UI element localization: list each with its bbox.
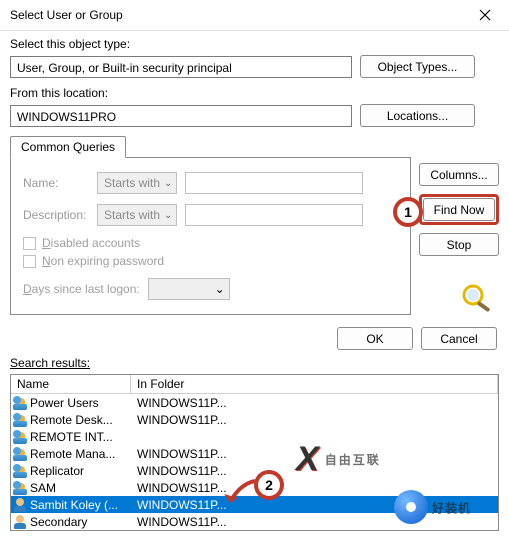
- object-type-section: Select this object type: User, Group, or…: [0, 31, 509, 80]
- results-header: Name In Folder: [11, 375, 498, 394]
- result-name-cell: REMOTE INT...: [11, 430, 131, 444]
- result-name: Remote Mana...: [30, 447, 115, 461]
- results-table: Name In Folder Power UsersWINDOWS11P...R…: [10, 374, 499, 531]
- result-name: Secondary: [30, 515, 87, 529]
- group-icon: [13, 481, 27, 495]
- result-name-cell: Power Users: [11, 396, 131, 410]
- from-location-section: From this location: WINDOWS11PRO Locatio…: [0, 80, 509, 129]
- titlebar: Select User or Group: [0, 0, 509, 30]
- result-folder-cell: WINDOWS11P...: [131, 515, 498, 529]
- search-decoration-icon: [459, 283, 497, 313]
- close-icon: [479, 9, 491, 21]
- result-row[interactable]: Replicator WINDOWS11P...: [11, 462, 498, 479]
- ok-button[interactable]: OK: [337, 327, 413, 350]
- search-results-label: Search results:: [0, 356, 509, 372]
- result-folder-cell: WINDOWS11P...: [131, 498, 498, 512]
- result-name: Sambit Koley (...: [30, 498, 118, 512]
- days-since-combo[interactable]: ⌄: [148, 278, 230, 300]
- description-mode-combo[interactable]: Starts with ⌄: [97, 204, 177, 226]
- object-type-field[interactable]: User, Group, or Built-in security princi…: [10, 56, 352, 78]
- result-row[interactable]: Remote Mana... WINDOWS11P...: [11, 445, 498, 462]
- find-now-button[interactable]: Find Now: [423, 198, 495, 221]
- window-title: Select User or Group: [10, 8, 123, 22]
- chevron-down-icon: ⌄: [164, 210, 172, 221]
- chevron-down-icon: ⌄: [164, 178, 172, 189]
- column-name[interactable]: Name: [11, 375, 131, 393]
- result-folder-cell: WINDOWS11P...: [131, 413, 498, 427]
- group-icon: [13, 430, 27, 444]
- column-folder[interactable]: In Folder: [131, 375, 498, 393]
- annotation-1: 1: [393, 197, 423, 227]
- result-row[interactable]: Secondary WINDOWS11P...: [11, 513, 498, 530]
- result-name: SAM: [30, 481, 56, 495]
- result-name: Power Users: [30, 396, 99, 410]
- result-folder-cell: WINDOWS11P...: [131, 447, 498, 461]
- tab-common-queries[interactable]: Common Queries: [10, 136, 126, 158]
- result-row[interactable]: Sambit Koley (... WINDOWS11P...: [11, 496, 498, 513]
- non-expiring-label: Non expiring password: [42, 254, 164, 268]
- description-input[interactable]: [185, 204, 363, 226]
- result-row[interactable]: REMOTE INT...: [11, 428, 498, 445]
- name-mode-value: Starts with: [104, 176, 160, 190]
- common-queries-panel: Name: Starts with ⌄ Description: Starts …: [10, 157, 411, 315]
- user-icon: [13, 498, 27, 512]
- result-row[interactable]: Remote Desk... WINDOWS11P...: [11, 411, 498, 428]
- group-icon: [13, 413, 27, 427]
- columns-button[interactable]: Columns...: [419, 163, 499, 186]
- description-label: Description:: [23, 208, 89, 222]
- days-since-label: Days since last logon:: [23, 282, 140, 296]
- result-name: Remote Desk...: [30, 413, 113, 427]
- disabled-accounts-checkbox[interactable]: [23, 237, 36, 250]
- chevron-down-icon: ⌄: [215, 282, 225, 296]
- disabled-accounts-label: Disabled accounts: [42, 236, 140, 250]
- result-name-cell: Replicator: [11, 464, 131, 478]
- from-location-label: From this location:: [10, 86, 499, 100]
- object-type-label: Select this object type:: [10, 37, 499, 51]
- result-folder-cell: WINDOWS11P...: [131, 464, 498, 478]
- object-types-button[interactable]: Object Types...: [360, 55, 475, 78]
- user-icon: [13, 515, 27, 529]
- name-mode-combo[interactable]: Starts with ⌄: [97, 172, 177, 194]
- non-expiring-checkbox[interactable]: [23, 255, 36, 268]
- group-icon: [13, 396, 27, 410]
- result-name: REMOTE INT...: [30, 430, 113, 444]
- tab-strip: Common Queries: [10, 135, 509, 157]
- name-label: Name:: [23, 176, 89, 190]
- group-icon: [13, 464, 27, 478]
- result-name-cell: Remote Mana...: [11, 447, 131, 461]
- cancel-button[interactable]: Cancel: [421, 327, 497, 350]
- results-body: Power Users WINDOWS11P... Remote Desk... WI…: [11, 394, 498, 530]
- result-folder-cell: WINDOWS11P...: [131, 481, 498, 495]
- dialog-buttons: OK Cancel: [0, 323, 509, 356]
- annotation-2: 2: [254, 470, 284, 500]
- result-folder-cell: WINDOWS11P...: [131, 396, 498, 410]
- result-name-cell: Secondary: [11, 515, 131, 529]
- locations-button[interactable]: Locations...: [360, 104, 475, 127]
- result-row[interactable]: Power Users WINDOWS11P...: [11, 394, 498, 411]
- name-input[interactable]: [185, 172, 363, 194]
- description-mode-value: Starts with: [104, 208, 160, 222]
- result-name-cell: Sambit Koley (...: [11, 498, 131, 512]
- close-button[interactable]: [465, 2, 505, 28]
- from-location-field[interactable]: WINDOWS11PRO: [10, 105, 352, 127]
- side-buttons: Columns... Find Now Stop 1: [419, 157, 499, 315]
- result-name-cell: SAM: [11, 481, 131, 495]
- group-icon: [13, 447, 27, 461]
- stop-button[interactable]: Stop: [419, 233, 499, 256]
- result-name: Replicator: [30, 464, 84, 478]
- result-name-cell: Remote Desk...: [11, 413, 131, 427]
